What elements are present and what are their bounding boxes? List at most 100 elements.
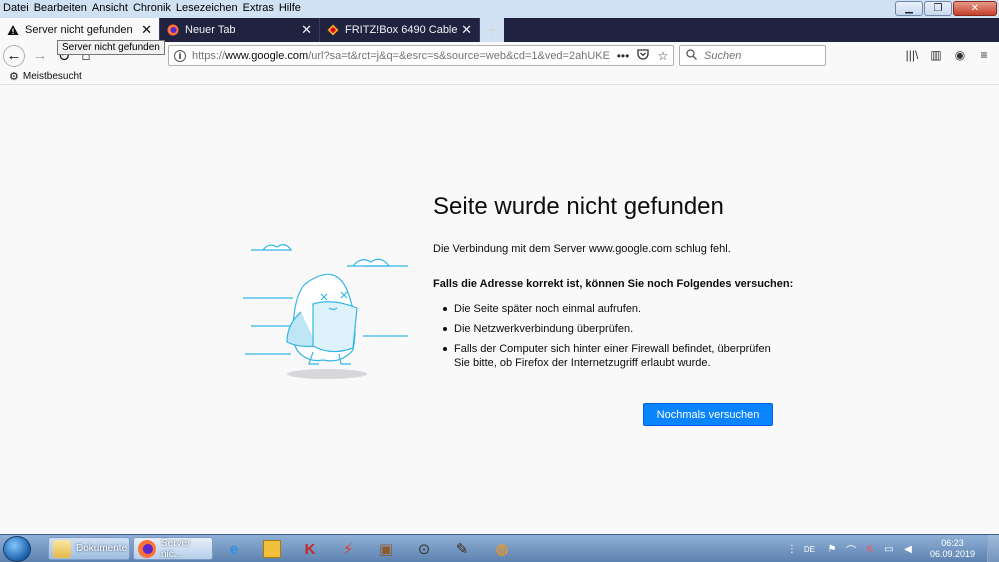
tab-fritzbox[interactable]: FRITZ!Box 6490 Cable ✕ (320, 18, 480, 42)
plus-icon: + (486, 19, 498, 40)
flag-icon[interactable]: ⚑ (825, 542, 839, 556)
hamburger-icon: ≡ (980, 48, 988, 62)
taskbar: Dokumente Server nic... e K ⚡ ▣ ⊙ ✎ ◍ ⋮ … (0, 534, 999, 562)
suggestion-list: Die Seite später noch einmal aufrufen. D… (433, 302, 783, 376)
url-path: /url?sa=t&rct=j&q=&esrc=s&source=web&cd=… (308, 49, 610, 62)
lost-monster-illustration (243, 244, 408, 379)
show-desktop-button[interactable] (987, 535, 999, 562)
device-icon[interactable]: ▭ (882, 542, 896, 556)
tab-strip: Server nicht gefunden ✕ Neuer Tab ✕ FRIT… (0, 18, 999, 42)
taskbar-item-label: Server nic... (161, 537, 191, 560)
minimize-icon: ▁ (905, 3, 913, 14)
page-actions-icon[interactable]: ••• (613, 49, 633, 63)
tape-app-icon[interactable]: ⊙ (412, 538, 436, 560)
system-tray: ⋮ DE ⚑ ⌒ K ▭ ◀ 06:23 06.09.2019 (785, 535, 999, 562)
url-text[interactable]: https://www.google.com/url?sa=t&rct=j&q=… (192, 50, 613, 62)
tab-strip-empty-area[interactable] (504, 18, 999, 42)
tab-label: Neuer Tab (185, 24, 236, 36)
warning-icon (7, 24, 19, 36)
restore-icon: ❐ (933, 3, 943, 14)
sidebar-button[interactable]: ▥ (927, 46, 945, 64)
minimize-button[interactable]: ▁ (895, 1, 923, 16)
pocket-icon[interactable] (633, 48, 653, 63)
tab-label: FRITZ!Box 6490 Cable (345, 24, 458, 36)
internet-explorer-icon[interactable]: e (222, 538, 246, 560)
clock[interactable]: 06:23 06.09.2019 (930, 538, 975, 560)
list-item: Die Seite später noch einmal aufrufen. (433, 302, 783, 316)
restore-button[interactable]: ❐ (924, 1, 952, 16)
bookmark-most-visited[interactable]: Meistbesucht (23, 71, 82, 82)
menu-datei[interactable]: Datei (3, 2, 29, 14)
library-icon: |||\ (905, 48, 919, 62)
new-tab-button[interactable]: + (480, 18, 504, 42)
menu-ansicht[interactable]: Ansicht (92, 2, 128, 14)
folder-icon (53, 539, 71, 558)
bookmarks-toolbar: ⚙ Meistbesucht (0, 69, 999, 85)
tab-server-nicht-gefunden[interactable]: Server nicht gefunden ✕ (0, 18, 160, 42)
error-description: Die Verbindung mit dem Server www.google… (433, 243, 731, 255)
retry-button[interactable]: Nochmals versuchen (643, 403, 773, 426)
sidebar-icon: ▥ (930, 48, 942, 62)
kaspersky-icon[interactable]: K (298, 538, 322, 560)
search-bar[interactable]: Suchen (679, 45, 826, 66)
menubar: Datei Bearbeiten Ansicht Chronik Lesezei… (0, 0, 306, 16)
window-titlebar: Datei Bearbeiten Ansicht Chronik Lesezei… (0, 0, 999, 42)
search-placeholder: Suchen (704, 49, 742, 62)
zoom-app-icon[interactable]: ◍ (490, 538, 514, 560)
menu-chronik[interactable]: Chronik (133, 2, 171, 14)
menu-hilfe[interactable]: Hilfe (279, 2, 301, 14)
back-button[interactable]: ← (3, 44, 25, 67)
menu-button[interactable]: ≡ (975, 46, 993, 64)
account-button[interactable]: ◉ (951, 46, 969, 64)
list-item: Falls der Computer sich hinter einer Fir… (433, 342, 783, 370)
lightning-app-icon[interactable]: ⚡ (336, 538, 360, 560)
tab-tooltip: Server nicht gefunden (57, 40, 165, 55)
tab-close-icon[interactable]: ✕ (301, 22, 312, 38)
close-window-button[interactable]: ✕ (953, 1, 997, 16)
window-controls: ▁ ❐ ✕ (895, 1, 997, 16)
account-icon: ◉ (954, 48, 966, 62)
sticky-app-icon[interactable] (260, 538, 284, 560)
error-title: Seite wurde nicht gefunden (433, 193, 724, 220)
arrow-right-icon: → (32, 47, 48, 64)
error-hint: Falls die Adresse korrekt ist, können Si… (433, 278, 794, 290)
menu-extras[interactable]: Extras (243, 2, 274, 14)
package-app-icon[interactable]: ▣ (374, 538, 398, 560)
error-page: Seite wurde nicht gefunden Die Verbindun… (0, 86, 999, 534)
toolbar-right: |||\ ▥ ◉ ≡ (903, 46, 993, 64)
clock-date: 06.09.2019 (929, 549, 975, 559)
taskbar-item-dokumente[interactable]: Dokumente (48, 537, 130, 560)
list-item: Die Netzwerkverbindung überprüfen. (433, 322, 783, 336)
pen-app-icon[interactable]: ✎ (450, 538, 474, 560)
search-icon (686, 48, 697, 63)
library-button[interactable]: |||\ (903, 46, 921, 64)
menu-bearbeiten[interactable]: Bearbeiten (34, 2, 87, 14)
url-scheme: https:// (192, 49, 226, 62)
tab-close-icon[interactable]: ✕ (461, 22, 472, 38)
volume-icon[interactable]: ◀ (901, 542, 915, 556)
kaspersky-tray-icon[interactable]: K (863, 542, 877, 556)
taskbar-item-label: Dokumente (76, 543, 128, 554)
clock-time: 06:23 (941, 538, 964, 548)
menu-lesezeichen[interactable]: Lesezeichen (176, 2, 238, 14)
start-button[interactable] (3, 536, 31, 562)
firefox-icon (167, 24, 179, 36)
fritzbox-icon (327, 24, 339, 36)
tab-neuer-tab[interactable]: Neuer Tab ✕ (160, 18, 320, 42)
url-bar[interactable]: i https://www.google.com/url?sa=t&rct=j&… (168, 45, 674, 66)
gear-icon: ⚙ (9, 71, 19, 83)
url-host: www.google.com (225, 49, 309, 62)
info-icon[interactable]: i (174, 49, 186, 62)
network-icon[interactable]: ⌒ (844, 542, 858, 557)
forward-button[interactable]: → (29, 45, 51, 67)
arrow-left-icon: ← (6, 47, 22, 64)
tab-close-icon[interactable]: ✕ (141, 22, 152, 38)
bookmark-star-icon[interactable]: ☆ (653, 49, 673, 63)
tray-grip-icon: ⋮ (786, 543, 797, 555)
firefox-icon (138, 539, 156, 558)
error-illustration (243, 236, 413, 389)
language-indicator[interactable]: DE (804, 545, 815, 554)
close-icon: ✕ (970, 3, 980, 14)
tab-label: Server nicht gefunden (25, 24, 133, 36)
taskbar-item-firefox[interactable]: Server nic... (133, 537, 213, 560)
